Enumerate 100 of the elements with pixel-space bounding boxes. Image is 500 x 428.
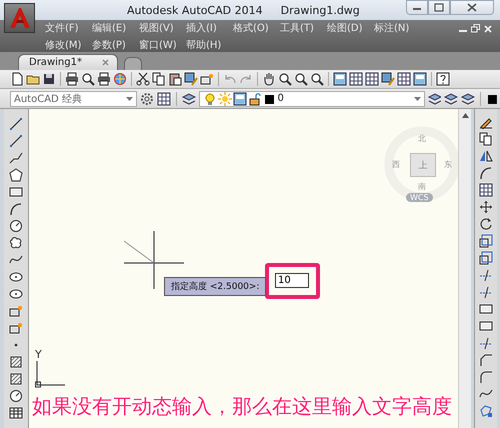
document-tab[interactable]: Drawing1* [18,54,118,70]
minimize-button[interactable] [406,0,428,15]
polyline-icon[interactable] [9,151,23,165]
grid-icon[interactable] [479,183,493,197]
zoom-icon[interactable] [81,72,95,86]
layers-icon[interactable] [182,92,196,106]
ellipse-icon[interactable] [9,287,23,301]
move-icon[interactable] [479,200,493,214]
trim-icon[interactable] [479,268,493,282]
rotate-icon[interactable] [479,217,493,231]
arc-icon[interactable] [479,166,493,180]
help-icon[interactable] [436,72,450,86]
menu-item[interactable]: 工具(T) [280,20,327,34]
height-input-field[interactable]: 10 [275,273,309,288]
circle-icon[interactable] [9,219,23,233]
mirror-icon[interactable] [479,149,493,163]
lock-icon [248,92,262,106]
arc-icon[interactable] [9,202,23,216]
grid-icon[interactable] [365,72,379,86]
sun-icon [218,92,232,106]
polygon-icon[interactable] [9,168,23,182]
layers-icon[interactable] [444,92,458,106]
menu-item[interactable]: 插入(I) [186,20,233,34]
menu-item[interactable]: 标注(N) [374,20,421,34]
rectangle-icon[interactable] [479,319,493,333]
brush-icon[interactable] [184,72,198,86]
fillet-icon[interactable] [479,370,493,384]
circle-icon[interactable] [9,389,23,403]
block-icon[interactable] [9,321,23,335]
table-icon[interactable] [9,406,23,420]
maximize-button[interactable] [428,0,450,15]
brush-icon[interactable] [381,72,395,86]
trim-icon[interactable] [479,285,493,299]
explode-icon[interactable] [479,404,493,418]
close-icon [467,3,477,12]
layers-icon[interactable] [428,92,442,106]
viewcube-top-face[interactable]: 上 [410,153,436,177]
layers-icon[interactable] [461,92,476,106]
letter-a-logo-icon [8,7,32,29]
gear-icon[interactable] [140,92,154,106]
menu-item[interactable]: 帮助(H) [186,38,233,52]
block-icon[interactable] [200,72,214,86]
menu-item[interactable]: 绘图(D) [327,20,374,34]
grid-icon[interactable] [349,72,363,86]
chamfer-icon[interactable] [479,353,493,367]
close-button[interactable] [450,0,494,15]
clipboard-icon[interactable] [168,72,182,86]
grid-icon[interactable] [397,72,411,86]
window-icon [232,92,247,106]
application-button[interactable] [4,3,35,33]
line-icon[interactable] [9,117,23,131]
printer-icon[interactable] [97,72,111,86]
close-icon[interactable] [102,59,109,66]
rectangle-icon[interactable] [9,185,23,199]
menu-item[interactable]: 窗口(W) [139,38,186,52]
scissors-icon[interactable] [136,72,150,86]
coordinate-system-menu[interactable]: WCS [406,193,433,202]
cloud-icon[interactable] [9,236,23,250]
workspace-dropdown[interactable]: AutoCAD 经典 [10,90,137,106]
west-label[interactable]: 西 [392,159,400,170]
printer-icon[interactable] [65,72,79,86]
copy-icon[interactable] [479,132,493,146]
scroll-up-icon[interactable] [462,113,468,118]
trim-icon[interactable] [479,336,493,350]
dynamic-input-prompt: 指定高度 <2.5000>: [164,277,266,296]
window-icon[interactable] [333,72,347,86]
grid-icon[interactable] [156,92,171,106]
north-label[interactable]: 北 [418,133,426,144]
zoom-icon[interactable] [310,72,324,86]
menu-item[interactable]: 参数(P) [92,38,139,52]
page-icon[interactable] [10,72,24,86]
line-icon[interactable] [9,134,23,148]
layer-name: 0 [278,93,284,104]
window-icon[interactable] [413,72,427,86]
hatch-icon[interactable] [9,355,23,369]
hatch-icon[interactable] [9,372,23,386]
bulb-icon [202,92,217,106]
menu-item[interactable]: 格式(O) [233,20,280,34]
zoom-icon[interactable] [278,72,292,86]
ellipse-icon[interactable] [9,270,23,284]
copy-icon[interactable] [152,72,166,86]
menu-item[interactable]: 修改(M) [45,38,92,52]
rectangle-icon[interactable] [479,302,493,316]
hand-icon[interactable] [262,72,276,86]
menu-item[interactable]: 视图(V) [139,20,186,34]
scale-icon[interactable] [479,251,493,265]
layer-dropdown[interactable]: 0 [198,90,425,106]
restore-icon[interactable] [471,24,480,33]
globe-icon[interactable] [113,72,127,86]
maximize-icon [434,3,444,12]
block-icon[interactable] [9,304,23,318]
ucs-axes-icon [35,361,65,389]
caption-text: 如果没有开动态输入，那么在这里输入文字高度 [32,393,452,420]
east-label[interactable]: 东 [444,159,452,170]
dropdown-arrow-icon [414,96,421,100]
south-label[interactable]: 南 [418,181,426,192]
scale-icon[interactable] [479,234,493,248]
menu-item[interactable]: 编辑(E) [92,20,139,34]
zoom-icon[interactable] [294,72,308,86]
menu-item[interactable]: 文件(F) [45,20,92,34]
